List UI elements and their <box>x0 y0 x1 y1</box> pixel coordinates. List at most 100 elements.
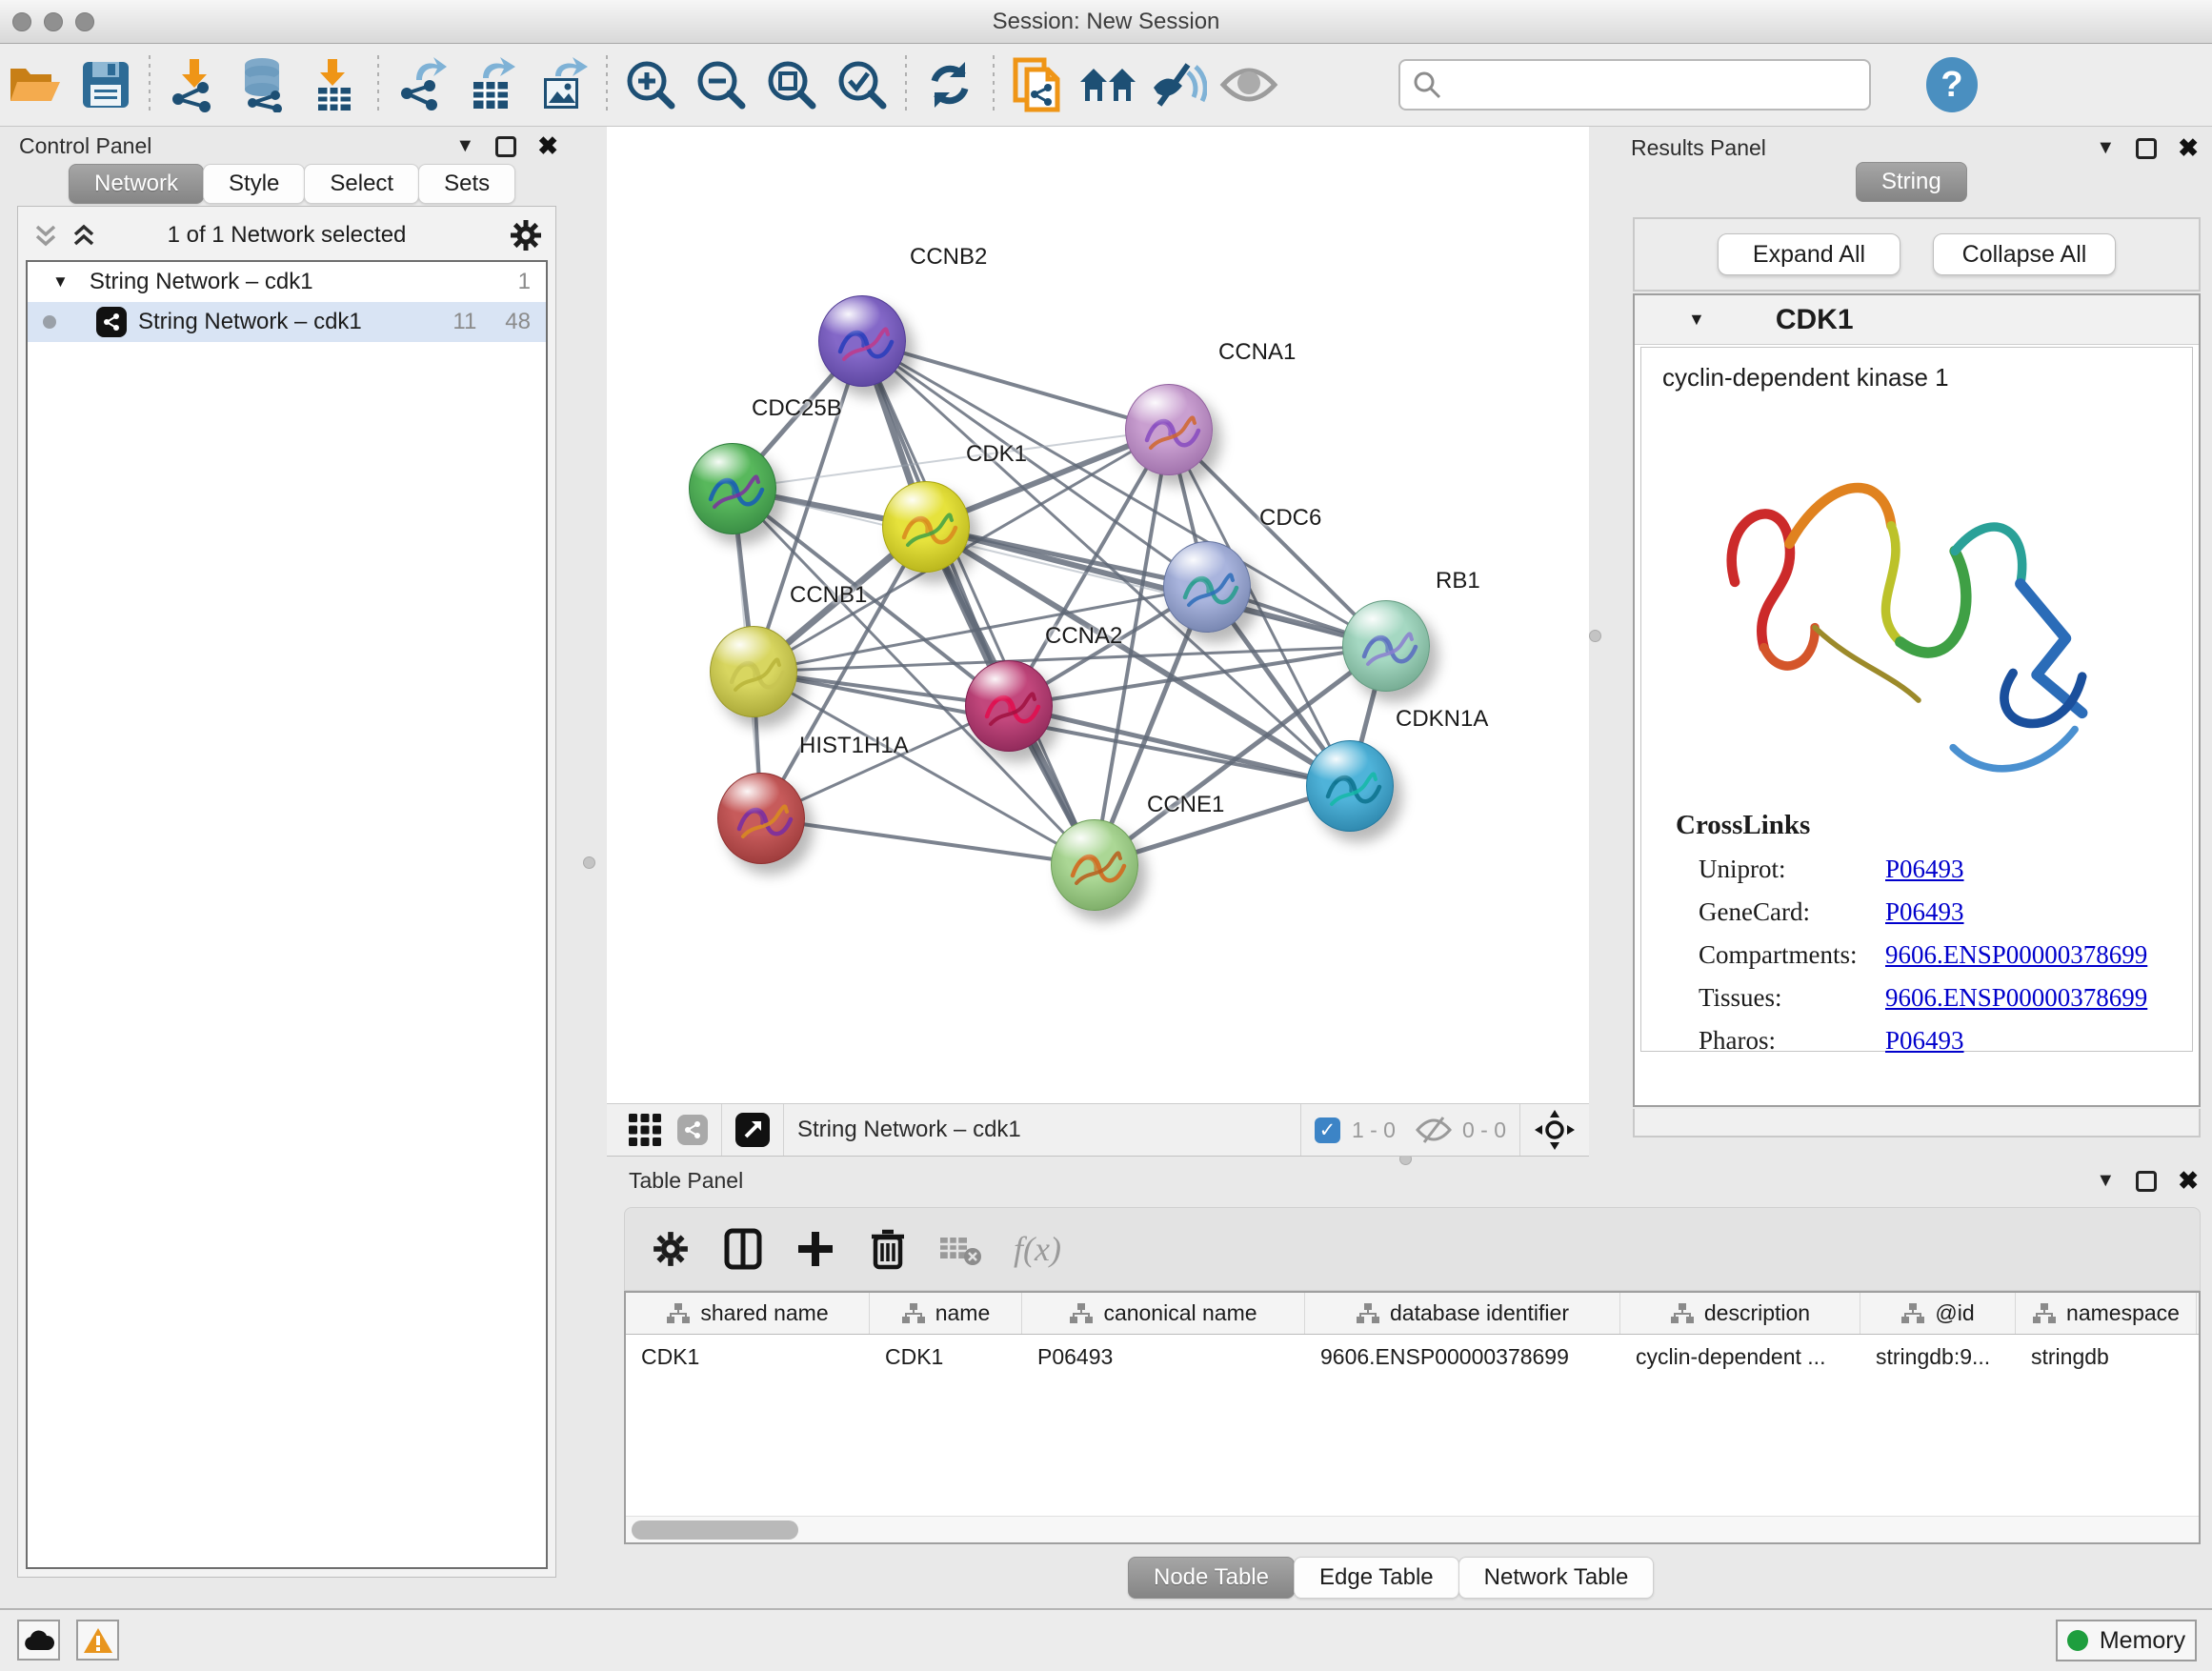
node-CCNA1[interactable] <box>1125 384 1213 475</box>
network-canvas[interactable]: CCNB2CCNA1CDC25BCDK1CDC6RB1CCNB1CCNA2CDK… <box>607 127 1589 1103</box>
node-CCNE1[interactable] <box>1051 819 1138 911</box>
help-button[interactable]: ? <box>1926 57 1978 112</box>
hide-panel-eye-button[interactable] <box>1143 54 1214 115</box>
column-header-database-identifier[interactable]: database identifier <box>1305 1293 1620 1334</box>
tab-network[interactable]: Network <box>69 164 204 204</box>
crosslink-value-link[interactable]: P06493 <box>1885 897 1964 927</box>
string-network-icon[interactable] <box>677 1115 708 1145</box>
apply-layout-button[interactable] <box>915 54 985 115</box>
node-HIST1H1A[interactable] <box>717 773 805 864</box>
results-panel-close-icon[interactable]: ✖ <box>2178 133 2199 163</box>
table-cell[interactable]: cyclin-dependent ... <box>1620 1335 1860 1379</box>
table-hscrollbar-thumb[interactable] <box>632 1520 798 1540</box>
tab-string[interactable]: String <box>1856 162 1967 202</box>
duplicate-network-button[interactable] <box>1002 54 1073 115</box>
table-panel-float-icon[interactable] <box>2136 1171 2157 1192</box>
column-header-shared-name[interactable]: shared name <box>626 1293 870 1334</box>
table-cell[interactable]: CDK1 <box>870 1335 1022 1379</box>
node-CCNB1[interactable] <box>710 626 797 717</box>
fit-selected-crosshair-icon[interactable] <box>1534 1109 1576 1151</box>
zoom-in-button[interactable] <box>615 54 686 115</box>
right-splitter-handle[interactable] <box>1589 630 1601 642</box>
control-panel-collapse-icon[interactable]: ▼ <box>455 135 474 157</box>
crosslink-value-link[interactable]: P06493 <box>1885 1026 1964 1056</box>
results-panel-collapse-icon[interactable]: ▼ <box>2096 137 2115 159</box>
edge-CCNB2-CCNA1[interactable] <box>862 341 1169 430</box>
column-header-canonical-name[interactable]: canonical name <box>1022 1293 1305 1334</box>
table-cell[interactable]: 9606.ENSP00000378699 <box>1305 1335 1620 1379</box>
results-panel-float-icon[interactable] <box>2136 138 2157 159</box>
zoom-fit-button[interactable] <box>756 54 827 115</box>
tab-node-table[interactable]: Node Table <box>1128 1557 1295 1599</box>
memory-button[interactable]: Memory <box>2056 1620 2197 1661</box>
crosslink-value-link[interactable]: P06493 <box>1885 855 1964 884</box>
table-hscrollbar-track[interactable] <box>626 1516 2199 1542</box>
node-CCNA2[interactable] <box>965 660 1053 752</box>
results-scrollbar-track[interactable] <box>1633 1109 2201 1137</box>
string-home-button[interactable] <box>1073 54 1143 115</box>
export-image-button[interactable] <box>528 54 598 115</box>
network-collection-row[interactable]: ▼ String Network – cdk1 1 <box>28 262 546 302</box>
result-node-header[interactable]: ▼ CDK1 <box>1635 295 2199 345</box>
tab-edge-table[interactable]: Edge Table <box>1294 1557 1459 1599</box>
tab-network-table[interactable]: Network Table <box>1458 1557 1655 1599</box>
selected-checkbox-icon[interactable]: ✓ <box>1315 1117 1340 1143</box>
export-network-button[interactable] <box>387 54 457 115</box>
export-table-button[interactable] <box>457 54 528 115</box>
warning-button[interactable] <box>76 1620 119 1661</box>
delete-column-button[interactable] <box>852 1216 924 1282</box>
save-session-button[interactable] <box>70 54 141 115</box>
column-header--id[interactable]: @id <box>1860 1293 2016 1334</box>
edge-CDK1-RB1[interactable] <box>926 527 1386 646</box>
table-row[interactable]: CDK1CDK1P064939606.ENSP00000378699cyclin… <box>626 1335 2199 1379</box>
control-panel-close-icon[interactable]: ✖ <box>537 131 558 161</box>
tab-style[interactable]: Style <box>203 164 305 204</box>
crosslink-value-link[interactable]: 9606.ENSP00000378699 <box>1885 983 2147 1013</box>
toolbar-search[interactable] <box>1398 59 1871 111</box>
import-network-database-button[interactable] <box>229 54 299 115</box>
table-panel-collapse-icon[interactable]: ▼ <box>2096 1170 2115 1192</box>
import-table-file-button[interactable] <box>299 54 370 115</box>
node-CDC6[interactable] <box>1163 541 1251 633</box>
show-eye-button[interactable] <box>1214 54 1284 115</box>
zoom-selected-button[interactable] <box>827 54 897 115</box>
node-CDKN1A[interactable] <box>1306 740 1394 832</box>
collapse-all-button[interactable]: Collapse All <box>1933 233 2116 275</box>
collection-expand-caret[interactable]: ▼ <box>52 272 69 292</box>
function-builder-button[interactable]: f(x) <box>1014 1229 1061 1269</box>
network-options-gear-icon[interactable] <box>510 219 542 252</box>
crosslink-value-link[interactable]: 9606.ENSP00000378699 <box>1885 940 2147 970</box>
column-header-name[interactable]: name <box>870 1293 1022 1334</box>
show-columns-button[interactable] <box>707 1216 779 1282</box>
add-column-button[interactable] <box>779 1216 852 1282</box>
result-expand-caret[interactable]: ▼ <box>1688 310 1705 330</box>
table-cell[interactable]: CDK1 <box>626 1335 870 1379</box>
grid-view-icon[interactable] <box>628 1113 662 1147</box>
tab-select[interactable]: Select <box>304 164 419 204</box>
column-header-description[interactable]: description <box>1620 1293 1860 1334</box>
node-CDK1[interactable] <box>882 481 970 573</box>
network-row-selected[interactable]: String Network – cdk1 11 48 <box>28 302 546 342</box>
column-header-namespace[interactable]: namespace <box>2016 1293 2197 1334</box>
birdseye-view-icon[interactable] <box>735 1113 770 1147</box>
expand-all-button[interactable]: Expand All <box>1718 233 1900 275</box>
node-CCNB2[interactable] <box>818 295 906 387</box>
node-RB1[interactable] <box>1342 600 1430 692</box>
table-cell[interactable]: stringdb:9... <box>1860 1335 2016 1379</box>
table-settings-button[interactable] <box>634 1216 707 1282</box>
zoom-out-button[interactable] <box>686 54 756 115</box>
search-input[interactable] <box>1442 71 1842 98</box>
open-session-button[interactable] <box>0 54 70 115</box>
edge-CCNB2-CCNE1[interactable] <box>862 341 1095 865</box>
table-cell[interactable]: P06493 <box>1022 1335 1305 1379</box>
cloud-button[interactable] <box>17 1620 60 1661</box>
table-panel-close-icon[interactable]: ✖ <box>2178 1166 2199 1196</box>
control-panel-float-icon[interactable] <box>495 136 516 157</box>
edge-HIST1H1A-CCNE1[interactable] <box>761 818 1095 865</box>
import-network-file-button[interactable] <box>158 54 229 115</box>
node-CDC25B[interactable] <box>689 443 776 534</box>
table-cell[interactable]: stringdb <box>2016 1335 2197 1379</box>
left-splitter-handle[interactable] <box>583 856 595 869</box>
delete-table-button[interactable] <box>924 1216 996 1282</box>
tab-sets[interactable]: Sets <box>418 164 515 204</box>
